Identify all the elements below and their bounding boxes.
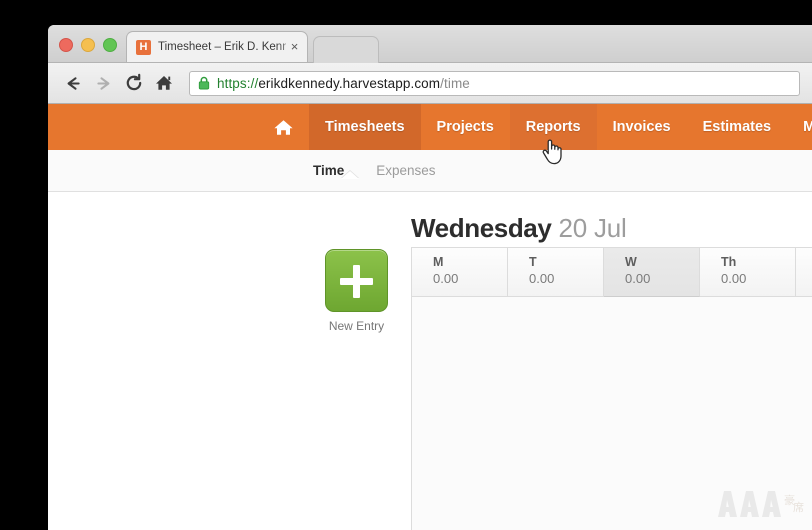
home-icon bbox=[155, 76, 172, 90]
tab-label: Expenses bbox=[376, 163, 436, 178]
active-tab-caret-icon bbox=[341, 171, 359, 179]
nav-item-label: Invoices bbox=[612, 119, 671, 135]
url-scheme: https:// bbox=[217, 75, 259, 91]
tab-label: Time bbox=[313, 163, 345, 178]
close-window-button[interactable] bbox=[59, 38, 73, 52]
plus-icon bbox=[353, 265, 360, 298]
nav-item-label: Timesheets bbox=[325, 119, 405, 135]
minimize-window-button[interactable] bbox=[81, 38, 95, 52]
page-title: Wednesday 20 Jul bbox=[411, 213, 627, 244]
url-host: erikdkennedy.harvestapp.com bbox=[258, 75, 441, 91]
nav-item-label: Estimates bbox=[702, 119, 772, 135]
harvest-app: Timesheets Projects Reports Invoices Est… bbox=[48, 104, 812, 530]
window-controls bbox=[59, 38, 117, 52]
date-weekday: Wednesday bbox=[411, 213, 552, 243]
reload-icon bbox=[126, 73, 141, 91]
day-tab-friday[interactable]: F 0.00 bbox=[796, 248, 812, 297]
nav-item-label: Manage bbox=[803, 119, 812, 135]
day-tab-label: T bbox=[529, 255, 537, 269]
new-entry-button[interactable] bbox=[325, 249, 388, 312]
day-tab-label: Th bbox=[721, 255, 737, 269]
day-tab-label: M bbox=[433, 255, 444, 269]
forward-button[interactable] bbox=[90, 70, 117, 97]
nav-item-home[interactable] bbox=[258, 104, 309, 150]
date-dayofmonth: 20 Jul bbox=[558, 213, 627, 243]
close-tab-icon[interactable]: × bbox=[288, 40, 301, 54]
week-day-tabs: M 0.00 T 0.00 W 0.00 Th 0.00 bbox=[412, 248, 812, 297]
harvest-favicon: H bbox=[136, 39, 151, 55]
sub-navigation: Time Expenses bbox=[48, 150, 812, 192]
day-tab-hours: 0.00 bbox=[721, 271, 747, 286]
browser-toolbar: https://erikdkennedy.harvestapp.com/time bbox=[48, 63, 812, 104]
day-tab-hours: 0.00 bbox=[625, 271, 651, 286]
browser-tab[interactable]: H Timesheet – Erik D. Kennedy × bbox=[126, 31, 308, 62]
main-navigation: Timesheets Projects Reports Invoices Est… bbox=[48, 104, 812, 150]
browser-tab-title: Timesheet – Erik D. Kennedy bbox=[158, 41, 286, 53]
nav-item-invoices[interactable]: Invoices bbox=[597, 104, 687, 150]
day-tab-wednesday[interactable]: W 0.00 bbox=[604, 248, 700, 297]
day-tab-thursday[interactable]: Th 0.00 bbox=[700, 248, 796, 297]
home-icon bbox=[274, 119, 293, 135]
browser-titlebar: H Timesheet – Erik D. Kennedy × bbox=[48, 25, 812, 63]
week-day-table: M 0.00 T 0.00 W 0.00 Th 0.00 bbox=[411, 247, 812, 530]
nav-item-manage[interactable]: Manage bbox=[787, 104, 812, 150]
nav-item-reports[interactable]: Reports bbox=[509, 104, 597, 150]
nav-item-timesheets[interactable]: Timesheets bbox=[309, 104, 421, 150]
tab-expenses[interactable]: Expenses bbox=[376, 163, 435, 178]
reload-button[interactable] bbox=[120, 70, 147, 97]
back-button[interactable] bbox=[60, 70, 87, 97]
nav-item-estimates[interactable]: Estimates bbox=[687, 104, 788, 150]
url-path: /time bbox=[440, 75, 470, 91]
nav-item-projects[interactable]: Projects bbox=[421, 104, 510, 150]
timesheet-content: Wednesday 20 Jul New Entry M 0.00 T 0.00… bbox=[48, 192, 812, 530]
nav-item-label: Projects bbox=[436, 119, 494, 135]
address-bar[interactable]: https://erikdkennedy.harvestapp.com/time bbox=[189, 70, 800, 96]
zoom-window-button[interactable] bbox=[103, 38, 117, 52]
forward-arrow-icon bbox=[97, 76, 110, 90]
day-tab-tuesday[interactable]: T 0.00 bbox=[508, 248, 604, 297]
tab-time[interactable]: Time bbox=[313, 163, 359, 179]
back-arrow-icon bbox=[67, 76, 80, 90]
day-tab-hours: 0.00 bbox=[529, 271, 555, 286]
nav-item-label: Reports bbox=[525, 119, 581, 135]
home-button[interactable] bbox=[150, 70, 177, 97]
lock-icon bbox=[198, 76, 210, 90]
day-tab-monday[interactable]: M 0.00 bbox=[412, 248, 508, 297]
address-bar-url: https://erikdkennedy.harvestapp.com/time bbox=[217, 76, 470, 91]
screen: H Timesheet – Erik D. Kennedy × bbox=[0, 0, 812, 530]
day-tab-label: W bbox=[625, 255, 637, 269]
new-entry-label: New Entry bbox=[328, 319, 385, 333]
day-tab-hours: 0.00 bbox=[433, 271, 459, 286]
new-entry-group: New Entry bbox=[325, 249, 388, 333]
new-tab-button[interactable] bbox=[313, 36, 379, 63]
browser-window: H Timesheet – Erik D. Kennedy × bbox=[48, 25, 812, 530]
timesheet-entry-list: “When the clock strikes two, three, and … bbox=[412, 297, 812, 530]
